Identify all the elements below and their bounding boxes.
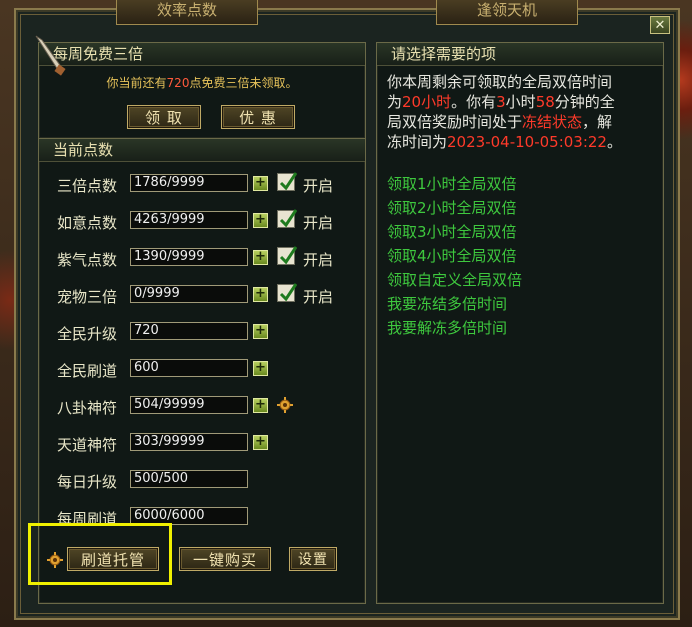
desc-text: ，解 xyxy=(582,113,613,131)
row-value: 1390/9999 xyxy=(130,248,248,266)
option-claim-3h[interactable]: 领取3小时全局双倍 xyxy=(377,220,663,244)
tab-heavenly-secret[interactable]: 逢领天机 xyxy=(436,0,578,25)
discount-button[interactable]: 优 惠 xyxy=(221,105,295,129)
desc-line: 冻时间为2023-04-10-05:03:22。 xyxy=(387,132,653,152)
row-label: 全民升级 xyxy=(57,325,118,343)
remaining-hours: 20小时 xyxy=(402,93,452,111)
desc-text: 。 xyxy=(606,133,622,151)
notice-points-count: 720 xyxy=(166,76,190,90)
add-plus-icon[interactable]: + xyxy=(253,287,268,302)
desc-line: 你本周剩余可领取的全局双倍时间 xyxy=(387,73,613,91)
desc-line: 局双倍奖励时间处于冻结状态，解 xyxy=(387,112,653,132)
option-unfreeze[interactable]: 我要解冻多倍时间 xyxy=(377,316,663,340)
desc-text: 。你有 xyxy=(451,93,497,111)
option-claim-1h[interactable]: 领取1小时全局双倍 xyxy=(377,172,663,196)
claim-button[interactable]: 领 取 xyxy=(127,105,201,129)
option-claim-2h[interactable]: 领取2小时全局双倍 xyxy=(377,196,663,220)
desc-text: 局双倍奖励时间处于 xyxy=(387,113,523,131)
checkmark-icon xyxy=(279,209,297,228)
double-time-description: 你本周剩余可领取的全局双倍时间 为20小时。你有3小时58分钟的全 局双倍奖励时… xyxy=(377,66,663,152)
add-plus-icon[interactable]: + xyxy=(253,176,268,191)
add-plus-icon[interactable]: + xyxy=(253,250,268,265)
notice-text-pre: 你当前还有 xyxy=(106,76,167,90)
add-plus-icon[interactable]: + xyxy=(253,398,268,413)
row-label: 紫气点数 xyxy=(57,251,118,269)
points-row: 天道神符 303/99999 + xyxy=(39,432,365,454)
desc-text: 为 xyxy=(387,93,403,111)
points-title: 当前点数 xyxy=(39,139,365,162)
option-list: 领取1小时全局双倍 领取2小时全局双倍 领取3小时全局双倍 领取4小时全局双倍 … xyxy=(377,172,663,340)
enable-label: 开启 xyxy=(303,177,334,195)
enable-checkbox[interactable] xyxy=(277,209,297,228)
row-label: 三倍点数 xyxy=(57,177,118,195)
weekly-free-triple-panel: 每周免费三倍 你当前还有720点免费三倍未领取。 领 取 优 惠 xyxy=(38,42,366,139)
points-row: 紫气点数 1390/9999 + 开启 xyxy=(39,246,365,269)
enable-label: 开启 xyxy=(303,251,334,269)
row-value: 0/9999 xyxy=(130,285,248,303)
gear-icon[interactable] xyxy=(277,397,293,413)
row-label: 如意点数 xyxy=(57,214,118,232)
checkmark-icon xyxy=(279,246,297,265)
one-click-buy-button[interactable]: 一键购买 xyxy=(179,547,271,571)
row-label: 宠物三倍 xyxy=(57,288,118,306)
row-value: 504/99999 xyxy=(130,396,248,414)
enable-label: 开启 xyxy=(303,288,334,306)
row-value: 4263/9999 xyxy=(130,211,248,229)
points-row: 全民升级 720 + xyxy=(39,321,365,343)
row-value: 303/99999 xyxy=(130,433,248,451)
row-value: 1786/9999 xyxy=(130,174,248,192)
row-label: 天道神符 xyxy=(57,436,118,454)
frozen-status: 冻结状态 xyxy=(522,113,583,131)
right-panel-title: 请选择需要的项 xyxy=(377,43,663,66)
close-button[interactable]: ✕ xyxy=(650,16,670,34)
points-row: 如意点数 4263/9999 + 开启 xyxy=(39,209,365,232)
desc-text: 冻时间为 xyxy=(387,133,448,151)
checkmark-icon xyxy=(279,283,297,302)
enable-label: 开启 xyxy=(303,214,334,232)
add-plus-icon[interactable]: + xyxy=(253,361,268,376)
frozen-hours: 3 xyxy=(496,93,506,111)
add-plus-icon[interactable]: + xyxy=(253,435,268,450)
row-label: 八卦神符 xyxy=(57,399,118,417)
double-time-panel: 请选择需要的项 你本周剩余可领取的全局双倍时间 为20小时。你有3小时58分钟的… xyxy=(376,42,664,604)
enable-checkbox[interactable] xyxy=(277,283,297,302)
weekly-title: 每周免费三倍 xyxy=(39,43,365,66)
frozen-minutes: 58 xyxy=(535,93,555,111)
row-label: 全民刷道 xyxy=(57,362,118,380)
enable-checkbox[interactable] xyxy=(277,246,297,265)
add-plus-icon[interactable]: + xyxy=(253,213,268,228)
unfreeze-time: 2023-04-10-05:03:22 xyxy=(447,133,607,151)
row-value: 720 xyxy=(130,322,248,340)
row-label: 每日升级 xyxy=(57,473,118,491)
row-value: 600 xyxy=(130,359,248,377)
option-claim-custom[interactable]: 领取自定义全局双倍 xyxy=(377,268,663,292)
desc-line: 为20小时。你有3小时58分钟的全 xyxy=(387,92,653,112)
points-row: 三倍点数 1786/9999 + 开启 xyxy=(39,172,365,195)
highlight-box xyxy=(28,523,172,585)
row-value: 500/500 xyxy=(130,470,248,488)
checkmark-icon xyxy=(279,172,297,191)
option-claim-4h[interactable]: 领取4小时全局双倍 xyxy=(377,244,663,268)
enable-checkbox[interactable] xyxy=(277,172,297,191)
points-row: 八卦神符 504/99999 + xyxy=(39,395,365,417)
desc-text: 小时 xyxy=(505,93,536,111)
tab-efficiency-points[interactable]: 效率点数 xyxy=(116,0,258,25)
add-plus-icon[interactable]: + xyxy=(253,324,268,339)
settings-button[interactable]: 设置 xyxy=(289,547,337,571)
points-row: 每日升级 500/500 xyxy=(39,469,365,491)
notice-text-post: 点免费三倍未领取。 xyxy=(189,76,298,90)
option-freeze[interactable]: 我要冻结多倍时间 xyxy=(377,292,663,316)
weekly-notice: 你当前还有720点免费三倍未领取。 xyxy=(39,74,365,91)
points-row: 全民刷道 600 + xyxy=(39,358,365,380)
points-row: 宠物三倍 0/9999 + 开启 xyxy=(39,283,365,306)
dagger-icon xyxy=(35,35,66,76)
desc-text: 分钟的全 xyxy=(554,93,615,111)
